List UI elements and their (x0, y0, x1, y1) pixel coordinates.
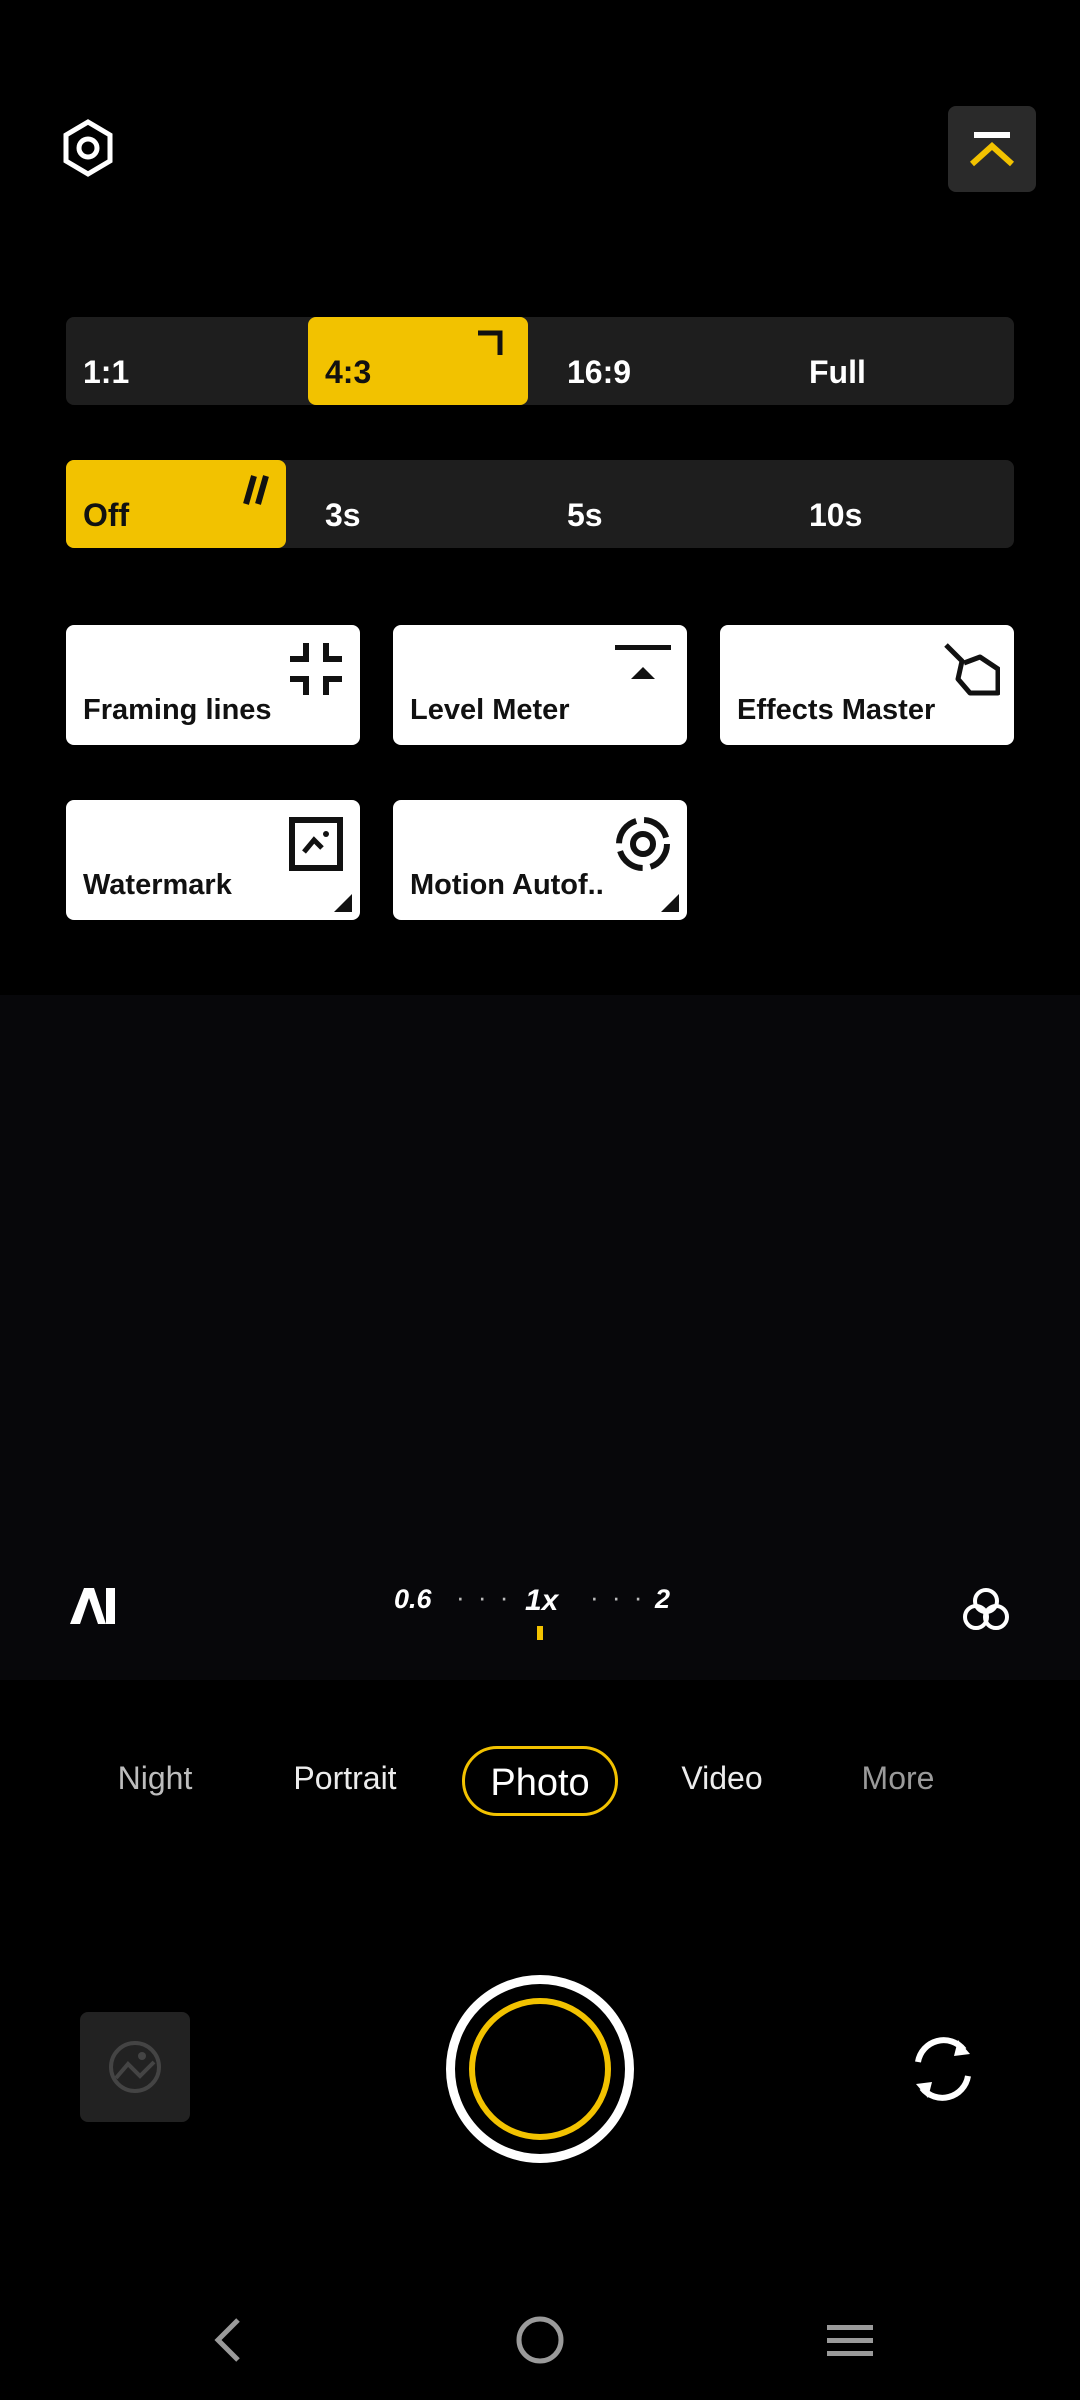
tile-label: Watermark (83, 869, 232, 901)
mode-more[interactable]: More (862, 1760, 935, 1797)
expand-corner-icon (334, 894, 352, 912)
mode-night[interactable]: Night (118, 1760, 193, 1797)
tile-label: Framing lines (83, 694, 272, 726)
zoom-indicator (537, 1626, 543, 1640)
ratio-option-full[interactable]: Full (792, 317, 1012, 405)
tile-label: Level Meter (410, 694, 570, 726)
timer-selector: Off 3s 5s 10s (66, 460, 1014, 548)
aspect-ratio-selector: 1:1 4:3 16:9 Full (66, 317, 1014, 405)
timer-label: Off (83, 497, 130, 533)
zoom-level-0-6[interactable]: 0.6 (394, 1584, 432, 1615)
chevron-up-icon (969, 132, 1015, 167)
switch-camera-icon (915, 2037, 971, 2101)
timer-option-5s[interactable]: 5s (550, 460, 770, 548)
expand-corner-icon (661, 894, 679, 912)
level-meter-tile[interactable]: Level Meter (393, 625, 687, 745)
ratio-option-4-3[interactable]: 4:3 (308, 317, 528, 405)
timer-label: 5s (567, 497, 603, 533)
watermark-icon (289, 817, 343, 871)
timer-label: 10s (809, 497, 863, 533)
home-icon (516, 2316, 564, 2364)
motion-autofocus-tile[interactable]: Motion Autof.. (393, 800, 687, 920)
ratio-label: Full (809, 354, 866, 390)
timer-off-icon (243, 475, 269, 505)
timer-option-3s[interactable]: 3s (308, 460, 528, 548)
timer-label: 3s (325, 497, 361, 533)
menu-icon (827, 2325, 873, 2356)
ratio-label: 1:1 (83, 354, 130, 390)
shutter-ring (469, 1998, 611, 2140)
nav-back-button[interactable] (200, 2310, 260, 2370)
mode-photo-label: Photo (490, 1762, 590, 1804)
settings-icon[interactable] (60, 118, 116, 178)
ratio-label: 4:3 (325, 354, 372, 390)
ratio-option-1-1[interactable]: 1:1 (66, 317, 286, 405)
tile-label: Effects Master (737, 694, 936, 726)
effects-master-tile[interactable]: Effects Master (720, 625, 1014, 745)
mode-portrait[interactable]: Portrait (293, 1760, 396, 1797)
ai-icon (70, 1588, 115, 1624)
zoom-level-1x[interactable]: 1x (525, 1584, 558, 1618)
switch-camera-button[interactable] (906, 2032, 980, 2106)
crop-corner-icon (478, 330, 503, 355)
tile-label: Motion Autof.. (410, 869, 604, 901)
framing-lines-icon (290, 643, 342, 695)
ratio-option-16-9[interactable]: 16:9 (550, 317, 770, 405)
gallery-thumbnail[interactable] (80, 2012, 190, 2122)
nav-menu-button[interactable] (820, 2310, 880, 2370)
watermark-tile[interactable]: Watermark (66, 800, 360, 920)
filter-icon (963, 1588, 1009, 1630)
mode-photo[interactable]: Photo (462, 1746, 618, 1816)
effects-master-icon (944, 643, 1000, 696)
ai-scene-button[interactable] (66, 1580, 120, 1630)
back-icon (214, 2318, 240, 2362)
camera-viewfinder[interactable] (0, 995, 1080, 1680)
motion-autofocus-icon (616, 817, 670, 871)
zoom-dots: · · · (590, 1582, 646, 1612)
zoom-level-2[interactable]: 2 (655, 1584, 670, 1615)
timer-option-10s[interactable]: 10s (792, 460, 1012, 548)
timer-option-off[interactable]: Off (66, 460, 286, 548)
filter-button[interactable] (962, 1586, 1010, 1632)
zoom-dots: · · · (456, 1582, 512, 1612)
nav-home-button[interactable] (510, 2310, 570, 2370)
ratio-label: 16:9 (567, 354, 632, 390)
level-meter-icon (615, 645, 671, 679)
gallery-placeholder-icon (109, 2041, 161, 2093)
shutter-button[interactable] (446, 1975, 634, 2163)
framing-lines-tile[interactable]: Framing lines (66, 625, 360, 745)
collapse-panel-button[interactable] (948, 106, 1036, 192)
mode-video[interactable]: Video (681, 1760, 762, 1797)
